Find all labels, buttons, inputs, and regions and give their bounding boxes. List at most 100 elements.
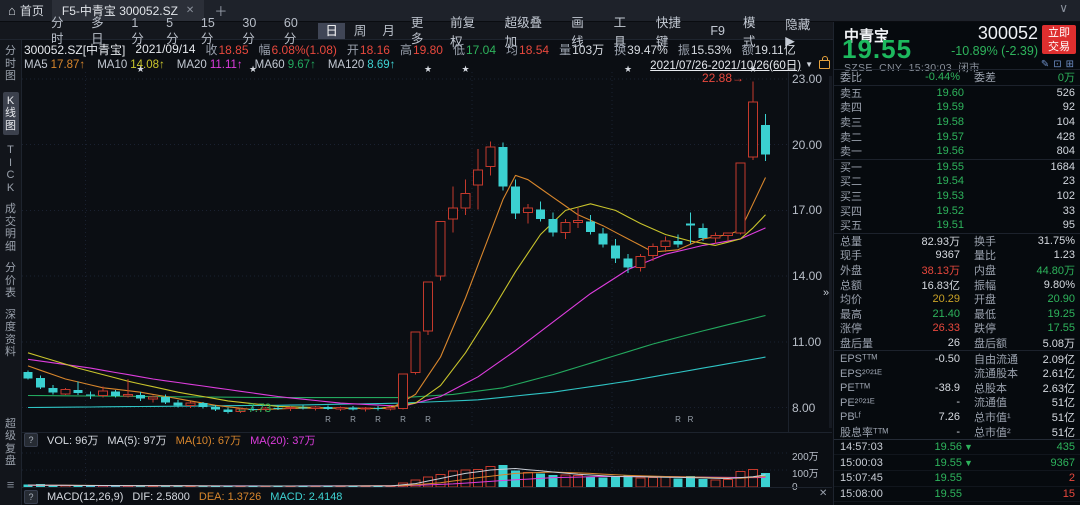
help-icon[interactable]: ? [24, 490, 38, 504]
volume-header: ? VOL: 96万MA(5): 97万MA(10): 67万MA(20): 3… [24, 433, 316, 447]
lock-icon[interactable] [819, 60, 830, 69]
tick-row[interactable]: 14:57:0319.56▼435 [834, 440, 1080, 456]
help-icon[interactable]: ? [24, 433, 38, 447]
ohlc-field: 振15.53% [678, 41, 732, 58]
event-star-icon[interactable]: ★ [624, 64, 632, 75]
stat-row: 最高21.40 最低19.25 [834, 307, 1080, 322]
ohlc-field: 开18.16 [347, 41, 390, 58]
stat-row: 现手9367 量比1.23 [834, 248, 1080, 263]
svg-text:R: R [688, 415, 694, 424]
sidebar-view-item[interactable]: 深 度 资 料 [3, 309, 19, 359]
volume-readout: MA(5): 97万 [107, 432, 166, 448]
tick-row[interactable]: 15:08:0019.5515 [834, 487, 1080, 503]
ohlc-field: 低17.04 [453, 41, 496, 58]
stat-row: EPSᵀᵀᴹ-0.50 自由流通2.09亿 [834, 350, 1080, 366]
close-pane-icon[interactable]: ✕ [819, 488, 827, 499]
volume-grid [22, 447, 788, 487]
price-tick-label: 14.00 [792, 269, 832, 283]
sidebar-view-item[interactable]: K 线 图 [3, 92, 19, 136]
price-tick-label: 20.00 [792, 138, 832, 152]
bid-row[interactable]: 买二19.5423 [834, 174, 1080, 189]
ask-row[interactable]: 卖一19.56804 [834, 144, 1080, 159]
stock-code: 300052 [978, 23, 1038, 44]
collapse-panel-icon[interactable]: ∨ [1059, 1, 1068, 15]
stat-row: 股息率ᵀᵀᴹ- 总市值²51亿 [834, 424, 1080, 439]
candlestick-chart[interactable]: RRRRRRR [22, 72, 788, 432]
ask-row[interactable]: 卖五19.60526 [834, 86, 1080, 101]
period-tab[interactable]: 日 [318, 23, 345, 39]
stat-row: 总额16.83亿 振幅9.80% [834, 277, 1080, 292]
tick-row[interactable]: 15:00:0319.55▼9367 [834, 455, 1080, 471]
chart-scrollbar[interactable] [829, 76, 832, 428]
weibi-row: 委比-0.44% 委差0万 [834, 69, 1080, 86]
ask-row[interactable]: 卖二19.57428 [834, 129, 1080, 144]
volume-readout: MA(10): 67万 [176, 432, 241, 448]
price-tick-label: 17.00 [792, 203, 832, 217]
ask-row[interactable]: 卖三19.58104 [834, 115, 1080, 130]
bid-row[interactable]: 买四19.5233 [834, 203, 1080, 218]
ohlc-field: 均18.54 [506, 41, 549, 58]
stat-row: PBᴸᶠ7.26 总市值¹51亿 [834, 410, 1080, 425]
sidebar-menu-icon[interactable]: ≡ [7, 477, 15, 492]
stat-row: PEᵀᵀᴹ-38.9 总股本2.63亿 [834, 380, 1080, 395]
price-tick-label: 11.00 [792, 335, 832, 349]
event-star-icon[interactable]: ★ [424, 64, 432, 75]
volume-tick-label: 200万 [792, 448, 832, 463]
event-star-icon[interactable]: ★ [749, 64, 757, 75]
divider [22, 487, 832, 488]
toolbar-button[interactable]: F9 [702, 24, 733, 38]
macd-readout: MACD(12,26,9) [47, 491, 123, 503]
volume-ma-lines [28, 469, 766, 487]
date-label: 2021/09/14 [135, 42, 195, 56]
ask-row[interactable]: 卖四19.5992 [834, 100, 1080, 115]
bid-row[interactable]: 买五19.5195 [834, 218, 1080, 233]
ma-readout: MA1208.69↑ [328, 59, 396, 71]
sidebar-view-item[interactable]: 成 交 明 细 [3, 203, 19, 253]
macd-readout: MACD: 2.4148 [270, 491, 342, 503]
price-chart-svg: RRRRRRR [22, 72, 788, 432]
ohlc-field: 高19.80 [400, 41, 443, 58]
svg-text:R: R [400, 415, 406, 424]
chart-toolbar: 分时多日1分5分15分30分60分日周月更多 前复权超级叠加画线工具快捷键F9模… [0, 22, 833, 40]
high-price-annotation: 22.88→ [702, 71, 744, 85]
ma-readout: MA1014.08↑ [97, 59, 165, 71]
bid-row[interactable]: 买一19.551684 [834, 160, 1080, 175]
event-star-icon[interactable]: ★ [249, 64, 257, 75]
stat-row: EPS²⁰²¹ᴱ 流通股本2.61亿 [834, 366, 1080, 381]
panel-expand-icon[interactable]: » [823, 287, 829, 299]
price-tick-label: 23.00 [792, 72, 832, 86]
ma-readout: MA2011.11↑ [177, 59, 243, 71]
period-tab[interactable]: 周 [347, 23, 374, 39]
macd-header: ? MACD(12,26,9)DIF: 2.5800DEA: 1.3726MAC… [24, 490, 342, 504]
ohlc-field: 收18.85 [205, 41, 248, 58]
ohlc-field: 换39.47% [614, 41, 668, 58]
stock-terminal-window: ⌂ 首页 F5-中青宝 300052.SZ ✕ ＋ ∨ 分时多日1分5分15分3… [0, 0, 1080, 505]
quote-panel: 中青宝 300052 立即交易 19.55 -10.89% (-2.39) SZ… [833, 22, 1080, 505]
symbol-label: 300052.SZ[中青宝] [24, 41, 125, 58]
sidebar-view-item[interactable]: 分 时 图 [3, 45, 19, 83]
price-tick-label: 8.00 [792, 401, 832, 415]
event-star-icon[interactable]: ★ [462, 64, 470, 75]
volume-readout: MA(20): 37万 [250, 432, 315, 448]
tick-row[interactable]: 15:07:4519.552 [834, 471, 1080, 487]
stat-row: 涨停26.33 跌停17.55 [834, 321, 1080, 336]
sidebar-view-item[interactable]: T I C K [3, 144, 19, 194]
sidebar-view-item[interactable]: 超 级 复 盘 [3, 418, 19, 468]
macd-readout: DIF: 2.5800 [132, 491, 189, 503]
period-tab[interactable]: 月 [375, 23, 402, 39]
volume-chart-svg[interactable] [22, 447, 788, 487]
ex-rights-markers: RRRRRRR [325, 415, 694, 424]
stat-row: PE²⁰²¹ᴱ- 流通值51亿 [834, 395, 1080, 410]
axis-divider [788, 72, 789, 432]
volume-tick-label: 100万 [792, 465, 832, 480]
svg-text:R: R [675, 415, 681, 424]
low-price-annotation: ←7.73 [236, 401, 271, 415]
ohlc-field: 量103万 [559, 41, 604, 58]
sidebar-view-item[interactable]: 分 价 表 [3, 262, 19, 300]
trade-now-button[interactable]: 立即交易 [1042, 25, 1076, 54]
ohlc-field: 幅6.08%(1.08) [259, 41, 337, 58]
event-star-icon[interactable]: ★ [137, 64, 145, 75]
bid-row[interactable]: 买三19.53102 [834, 189, 1080, 204]
svg-text:R: R [425, 415, 431, 424]
stat-row: 总量82.93万 换手31.75% [834, 234, 1080, 249]
